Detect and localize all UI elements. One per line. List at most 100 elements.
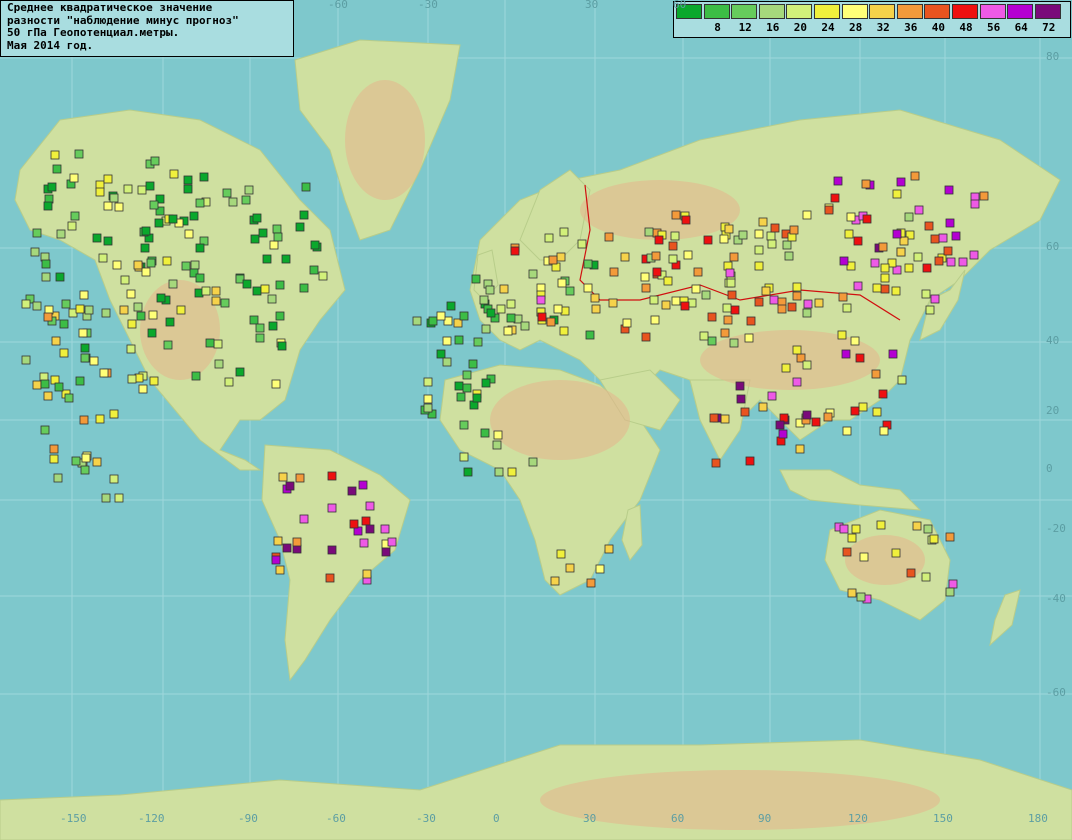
station-marker <box>701 290 711 300</box>
station-marker <box>853 236 863 246</box>
station-marker <box>510 246 520 256</box>
station-marker <box>585 330 595 340</box>
station-marker <box>746 316 756 326</box>
station-marker <box>84 305 94 315</box>
station-marker <box>112 260 122 270</box>
station-marker <box>168 214 178 224</box>
station-marker <box>273 536 283 546</box>
station-marker <box>726 278 736 288</box>
station-marker <box>858 402 868 412</box>
legend-swatch <box>979 4 1006 19</box>
station-marker <box>120 275 130 285</box>
station-marker <box>471 274 481 284</box>
station-marker <box>904 263 914 273</box>
station-marker <box>583 283 593 293</box>
legend-swatch <box>786 4 813 19</box>
station-marker <box>795 444 805 454</box>
station-marker <box>50 150 60 160</box>
station-marker <box>61 299 71 309</box>
station-marker <box>79 415 89 425</box>
station-marker <box>891 286 901 296</box>
station-marker <box>154 218 164 228</box>
station-marker <box>720 414 730 424</box>
station-marker <box>754 297 764 307</box>
station-marker <box>67 221 77 231</box>
station-marker <box>275 280 285 290</box>
longitude-label-top: 30 <box>585 0 599 11</box>
station-marker <box>723 315 733 325</box>
station-marker <box>506 313 516 323</box>
station-marker <box>930 294 940 304</box>
station-marker <box>744 333 754 343</box>
station-marker <box>754 229 764 239</box>
station-marker <box>127 374 137 384</box>
station-marker <box>651 251 661 261</box>
legend-swatch <box>731 4 758 19</box>
station-marker <box>493 430 503 440</box>
station-marker <box>114 202 124 212</box>
station-marker <box>462 370 472 380</box>
station-marker <box>211 286 221 296</box>
station-marker <box>468 359 478 369</box>
station-marker <box>75 376 85 386</box>
station-marker <box>137 185 147 195</box>
station-marker <box>278 472 288 482</box>
legend-swatch <box>1007 4 1034 19</box>
station-marker <box>273 232 283 242</box>
station-marker <box>528 457 538 467</box>
station-marker <box>459 452 469 462</box>
station-marker <box>295 222 305 232</box>
latitude-label: -20 <box>1046 522 1066 535</box>
station-marker <box>811 417 821 427</box>
station-marker <box>929 534 939 544</box>
station-marker <box>310 240 320 250</box>
station-marker <box>148 310 158 320</box>
station-marker <box>454 381 464 391</box>
station-marker <box>872 283 882 293</box>
station-marker <box>803 299 813 309</box>
station-marker <box>641 283 651 293</box>
station-marker <box>548 255 558 265</box>
station-marker <box>814 298 824 308</box>
legend-tick-label: 28 <box>848 21 863 34</box>
legend-swatch <box>1034 4 1061 19</box>
station-marker <box>190 260 200 270</box>
station-marker <box>784 251 794 261</box>
station-marker <box>641 332 651 342</box>
station-marker <box>412 316 422 326</box>
station-marker <box>754 261 764 271</box>
station-marker <box>138 384 148 394</box>
station-marker <box>550 576 560 586</box>
station-marker <box>837 330 847 340</box>
station-marker <box>938 233 948 243</box>
station-marker <box>277 341 287 351</box>
station-marker <box>213 339 223 349</box>
station-marker <box>767 391 777 401</box>
station-marker <box>21 355 31 365</box>
station-marker <box>880 284 890 294</box>
station-marker <box>891 548 901 558</box>
station-marker <box>850 336 860 346</box>
station-marker <box>738 230 748 240</box>
station-marker <box>577 239 587 249</box>
station-marker <box>228 197 238 207</box>
station-marker <box>347 486 357 496</box>
legend-swatch <box>869 4 896 19</box>
station-marker <box>727 290 737 300</box>
station-marker <box>922 263 932 273</box>
station-marker <box>191 371 201 381</box>
legend-tick-label: 16 <box>766 21 780 34</box>
station-marker <box>850 406 860 416</box>
longitude-label: 150 <box>933 812 953 825</box>
station-marker <box>520 321 530 331</box>
station-marker <box>486 308 496 318</box>
station-marker <box>537 312 547 322</box>
station-marker <box>546 317 556 327</box>
station-marker <box>536 295 546 305</box>
station-marker <box>758 217 768 227</box>
longitude-label: -120 <box>138 812 165 825</box>
station-marker <box>40 425 50 435</box>
station-marker <box>201 286 211 296</box>
station-marker <box>184 229 194 239</box>
station-marker <box>709 413 719 423</box>
